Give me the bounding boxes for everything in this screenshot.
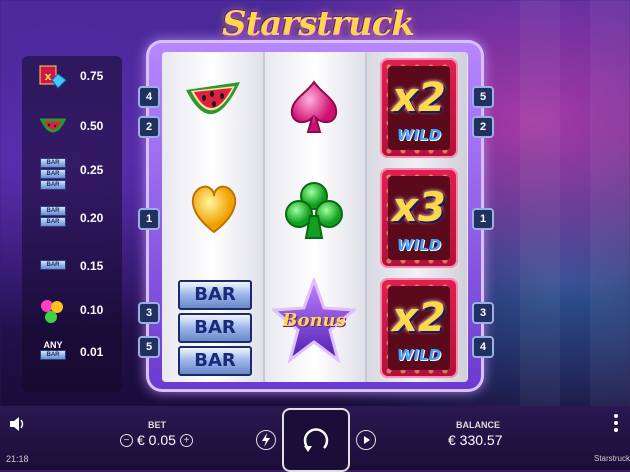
- paytable-row: x 0.75: [22, 62, 122, 92]
- wild-multiplier: x3: [392, 185, 446, 231]
- watermelon-icon: [39, 118, 67, 133]
- payout-value: 0.75: [80, 69, 104, 83]
- payline-marker-left: 3: [138, 302, 160, 324]
- payout-value: 0.15: [80, 259, 104, 273]
- club-symbol: [285, 182, 343, 239]
- paytable-row: 0.50: [22, 112, 122, 142]
- double-bar-icon: BAR BAR: [36, 206, 70, 232]
- payline-marker-right: 5: [472, 86, 494, 108]
- wild-panel: x2 WILD: [388, 286, 450, 370]
- payout-value: 0.01: [80, 345, 104, 359]
- bonus-star-symbol: Bonus: [270, 275, 358, 364]
- payline-marker-left: 4: [138, 86, 160, 108]
- bet-label: BET: [148, 420, 166, 430]
- bet-increase-button[interactable]: +: [180, 434, 193, 447]
- spin-arrow-icon: [303, 428, 329, 452]
- wild-multiplier: x2: [392, 295, 446, 341]
- wild-label: WILD: [396, 236, 442, 254]
- background-light-column: [590, 0, 630, 406]
- wild-symbol: x2 WILD: [380, 58, 458, 158]
- balance-label: BALANCE: [456, 420, 500, 430]
- payout-value: 0.25: [80, 163, 104, 177]
- wild-multiplier: x2: [392, 75, 446, 121]
- paytable: x 0.75 0.50 BAR BAR BAR 0.25 BAR BAR 0.20 B…: [22, 56, 122, 392]
- balance-value: € 330.57: [448, 432, 503, 448]
- wild-diamond-icon: x: [39, 65, 67, 89]
- payout-value: 0.50: [80, 119, 104, 133]
- reel-divider: [365, 52, 367, 382]
- paytable-row: ANY BAR 0.01: [22, 338, 122, 368]
- gems-icon: [41, 300, 63, 323]
- spade-symbol: [290, 80, 338, 133]
- payline-marker-right: 3: [472, 302, 494, 324]
- kebab-menu-icon[interactable]: [614, 414, 620, 434]
- speaker-icon[interactable]: [8, 414, 28, 434]
- background-light-column: [520, 0, 560, 406]
- payline-marker-left: 5: [138, 336, 160, 358]
- play-icon: [364, 436, 370, 444]
- lightning-icon: [262, 433, 270, 447]
- single-bar-icon: BAR: [36, 254, 70, 286]
- payline-marker-left: 2: [138, 116, 160, 138]
- wild-panel: x2 WILD: [388, 66, 450, 150]
- bet-decrease-button[interactable]: −: [120, 434, 133, 447]
- paytable-row: 0.10: [22, 296, 122, 326]
- payline-marker-right: 2: [472, 116, 494, 138]
- wild-label: WILD: [396, 126, 442, 144]
- payline-marker-right: 4: [472, 336, 494, 358]
- wild-panel: x3 WILD: [388, 176, 450, 260]
- wild-label: WILD: [396, 346, 442, 364]
- bonus-label: Bonus: [282, 310, 346, 331]
- reel-divider: [263, 52, 265, 382]
- spin-button[interactable]: [282, 408, 350, 472]
- wild-symbol: x2 WILD: [380, 278, 458, 378]
- payline-marker-right: 1: [472, 208, 494, 230]
- payout-value: 0.20: [80, 211, 104, 225]
- triple-bar-symbol: BAR BAR BAR: [178, 280, 252, 376]
- paytable-row: BAR BAR 0.20: [22, 204, 122, 234]
- clock: 21:18: [6, 454, 29, 464]
- heart-symbol: [191, 185, 237, 234]
- turbo-button[interactable]: [256, 430, 276, 450]
- paytable-row: BAR 0.15: [22, 252, 122, 282]
- bet-value: € 0.05: [137, 432, 176, 448]
- control-bar: 21:18 BET − € 0.05 + BALANCE € 330.57 St…: [0, 406, 630, 472]
- autoplay-button[interactable]: [356, 430, 376, 450]
- game-name: Starstruck: [594, 454, 630, 463]
- paytable-row: BAR BAR BAR 0.25: [22, 156, 122, 190]
- payout-value: 0.10: [80, 303, 104, 317]
- game-logo: Starstruck: [222, 4, 415, 44]
- triple-bar-icon: BAR BAR BAR: [36, 158, 70, 190]
- wild-symbol: x3 WILD: [380, 168, 458, 268]
- svg-text:x: x: [44, 70, 51, 83]
- payline-marker-left: 1: [138, 208, 160, 230]
- any-bar-icon: ANY BAR: [36, 340, 70, 366]
- watermelon-symbol: [186, 82, 240, 115]
